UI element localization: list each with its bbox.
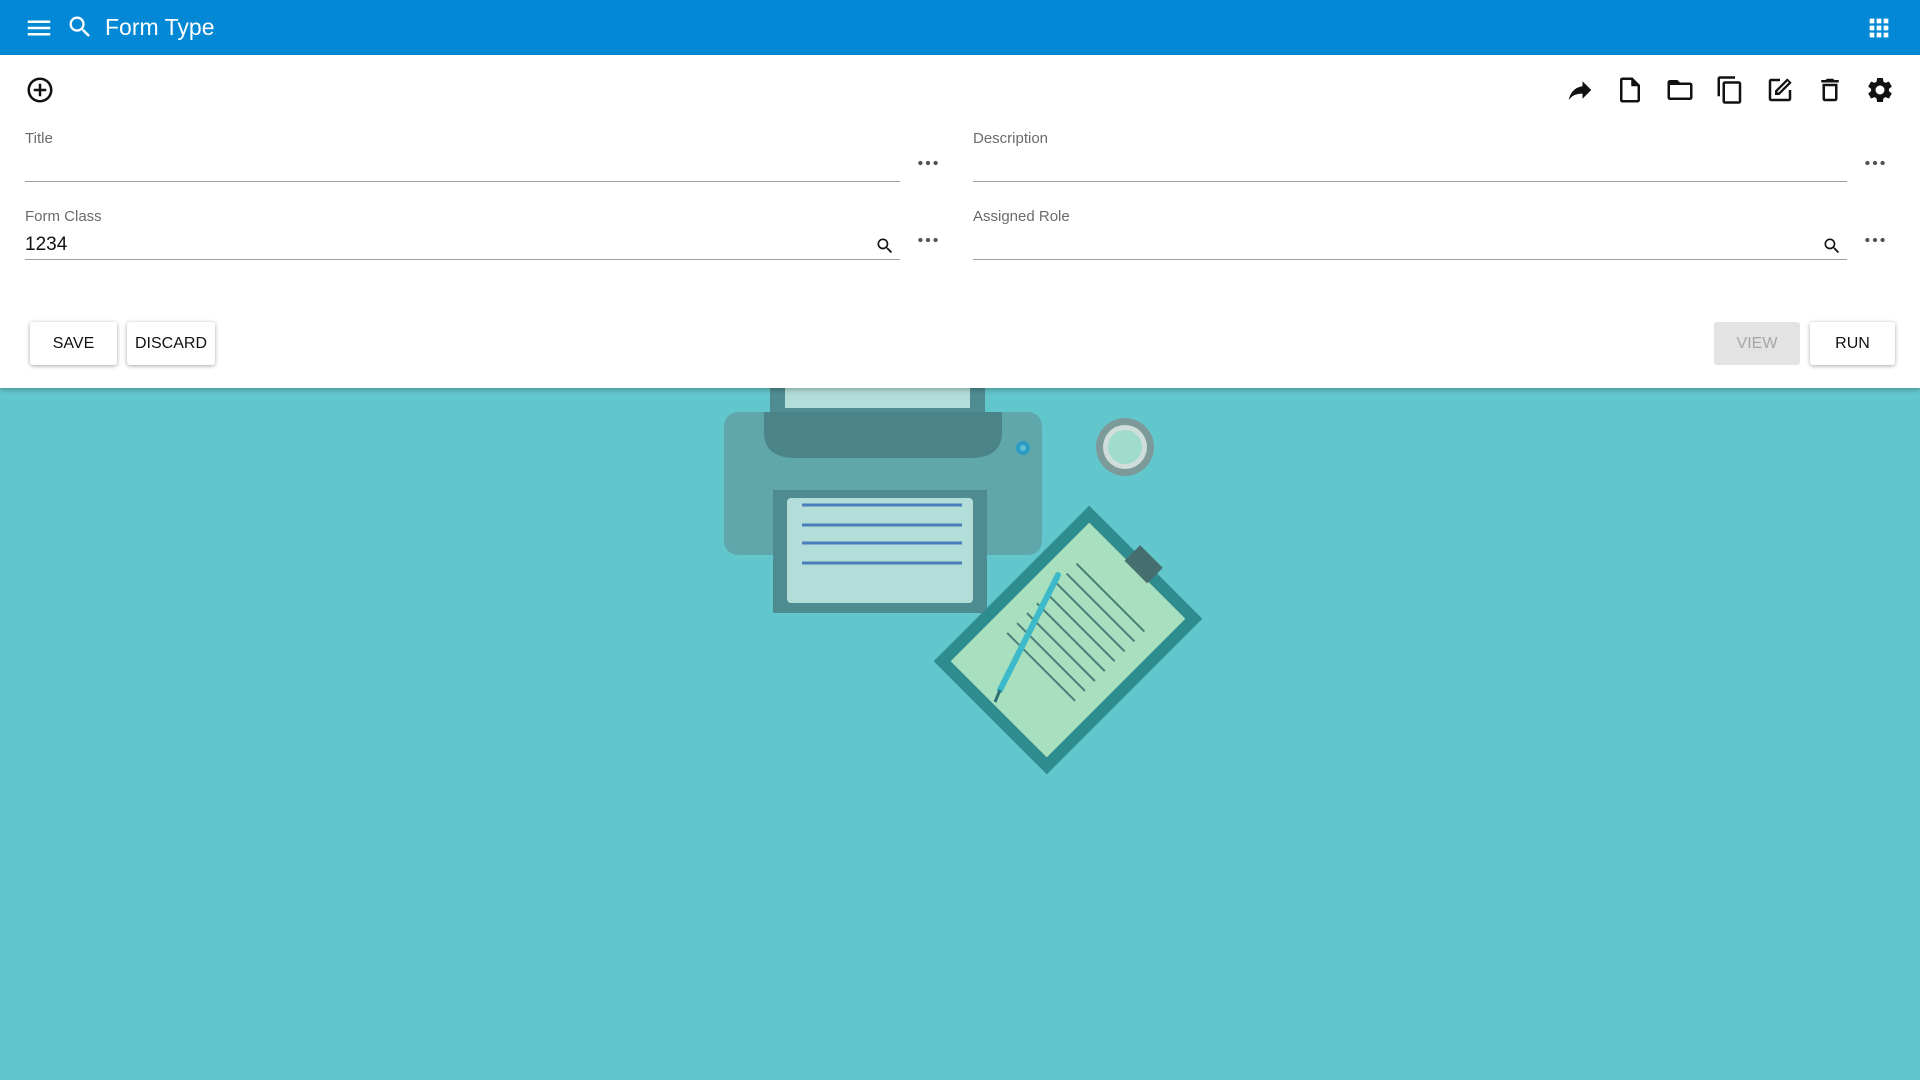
search-icon[interactable] (66, 13, 94, 41)
more-horizontal-icon (918, 237, 938, 243)
title-label: Title (25, 130, 53, 147)
description-field-group: Description (973, 130, 1847, 190)
form-class-more-button[interactable] (911, 225, 945, 255)
description-more-button[interactable] (1858, 148, 1892, 178)
description-label: Description (973, 130, 1049, 147)
share-icon (1568, 81, 1592, 100)
edit-icon (1768, 78, 1792, 102)
apps-grid-icon[interactable] (1865, 14, 1893, 42)
form-class-input[interactable] (25, 230, 900, 260)
title-more-button[interactable] (911, 148, 945, 178)
discard-button[interactable]: DISCARD (127, 322, 215, 365)
view-button[interactable]: VIEW (1714, 322, 1800, 365)
add-circle-icon (27, 77, 53, 103)
new-document-icon (1620, 77, 1640, 103)
edit-button[interactable] (1762, 72, 1798, 108)
form-panel: Title Description Form Class Assigned Ro… (0, 55, 1920, 388)
form-class-field-group: Form Class (25, 208, 900, 268)
open-folder-button[interactable] (1662, 72, 1698, 108)
delete-icon (1821, 78, 1839, 102)
app-header: Form Type (0, 0, 1920, 55)
assigned-role-label: Assigned Role (973, 208, 1070, 225)
page-title: Form Type (105, 14, 215, 40)
save-button[interactable]: SAVE (30, 322, 117, 365)
search-icon (1824, 238, 1840, 254)
share-button[interactable] (1562, 72, 1598, 108)
settings-icon (1868, 77, 1892, 102)
form-class-lookup-button[interactable] (875, 236, 897, 258)
assigned-role-more-button[interactable] (1858, 225, 1892, 255)
copy-icon (1717, 76, 1742, 104)
run-button[interactable]: RUN (1810, 322, 1895, 365)
more-horizontal-icon (918, 160, 938, 166)
new-document-button[interactable] (1612, 72, 1648, 108)
more-horizontal-icon (1865, 160, 1885, 166)
settings-button[interactable] (1862, 72, 1898, 108)
title-input[interactable] (25, 152, 900, 182)
copy-button[interactable] (1712, 72, 1748, 108)
add-button[interactable] (22, 72, 58, 108)
printer-clipboard-illustration (724, 380, 1203, 775)
description-input[interactable] (973, 152, 1847, 182)
assigned-role-input[interactable] (973, 230, 1847, 260)
title-field-group: Title (25, 130, 900, 190)
search-icon (877, 238, 893, 254)
menu-icon[interactable] (24, 13, 54, 43)
assigned-role-lookup-button[interactable] (1822, 236, 1844, 258)
folder-icon (1667, 80, 1693, 100)
assigned-role-field-group: Assigned Role (973, 208, 1847, 268)
delete-button[interactable] (1812, 72, 1848, 108)
more-horizontal-icon (1865, 237, 1885, 243)
form-class-label: Form Class (25, 208, 102, 225)
